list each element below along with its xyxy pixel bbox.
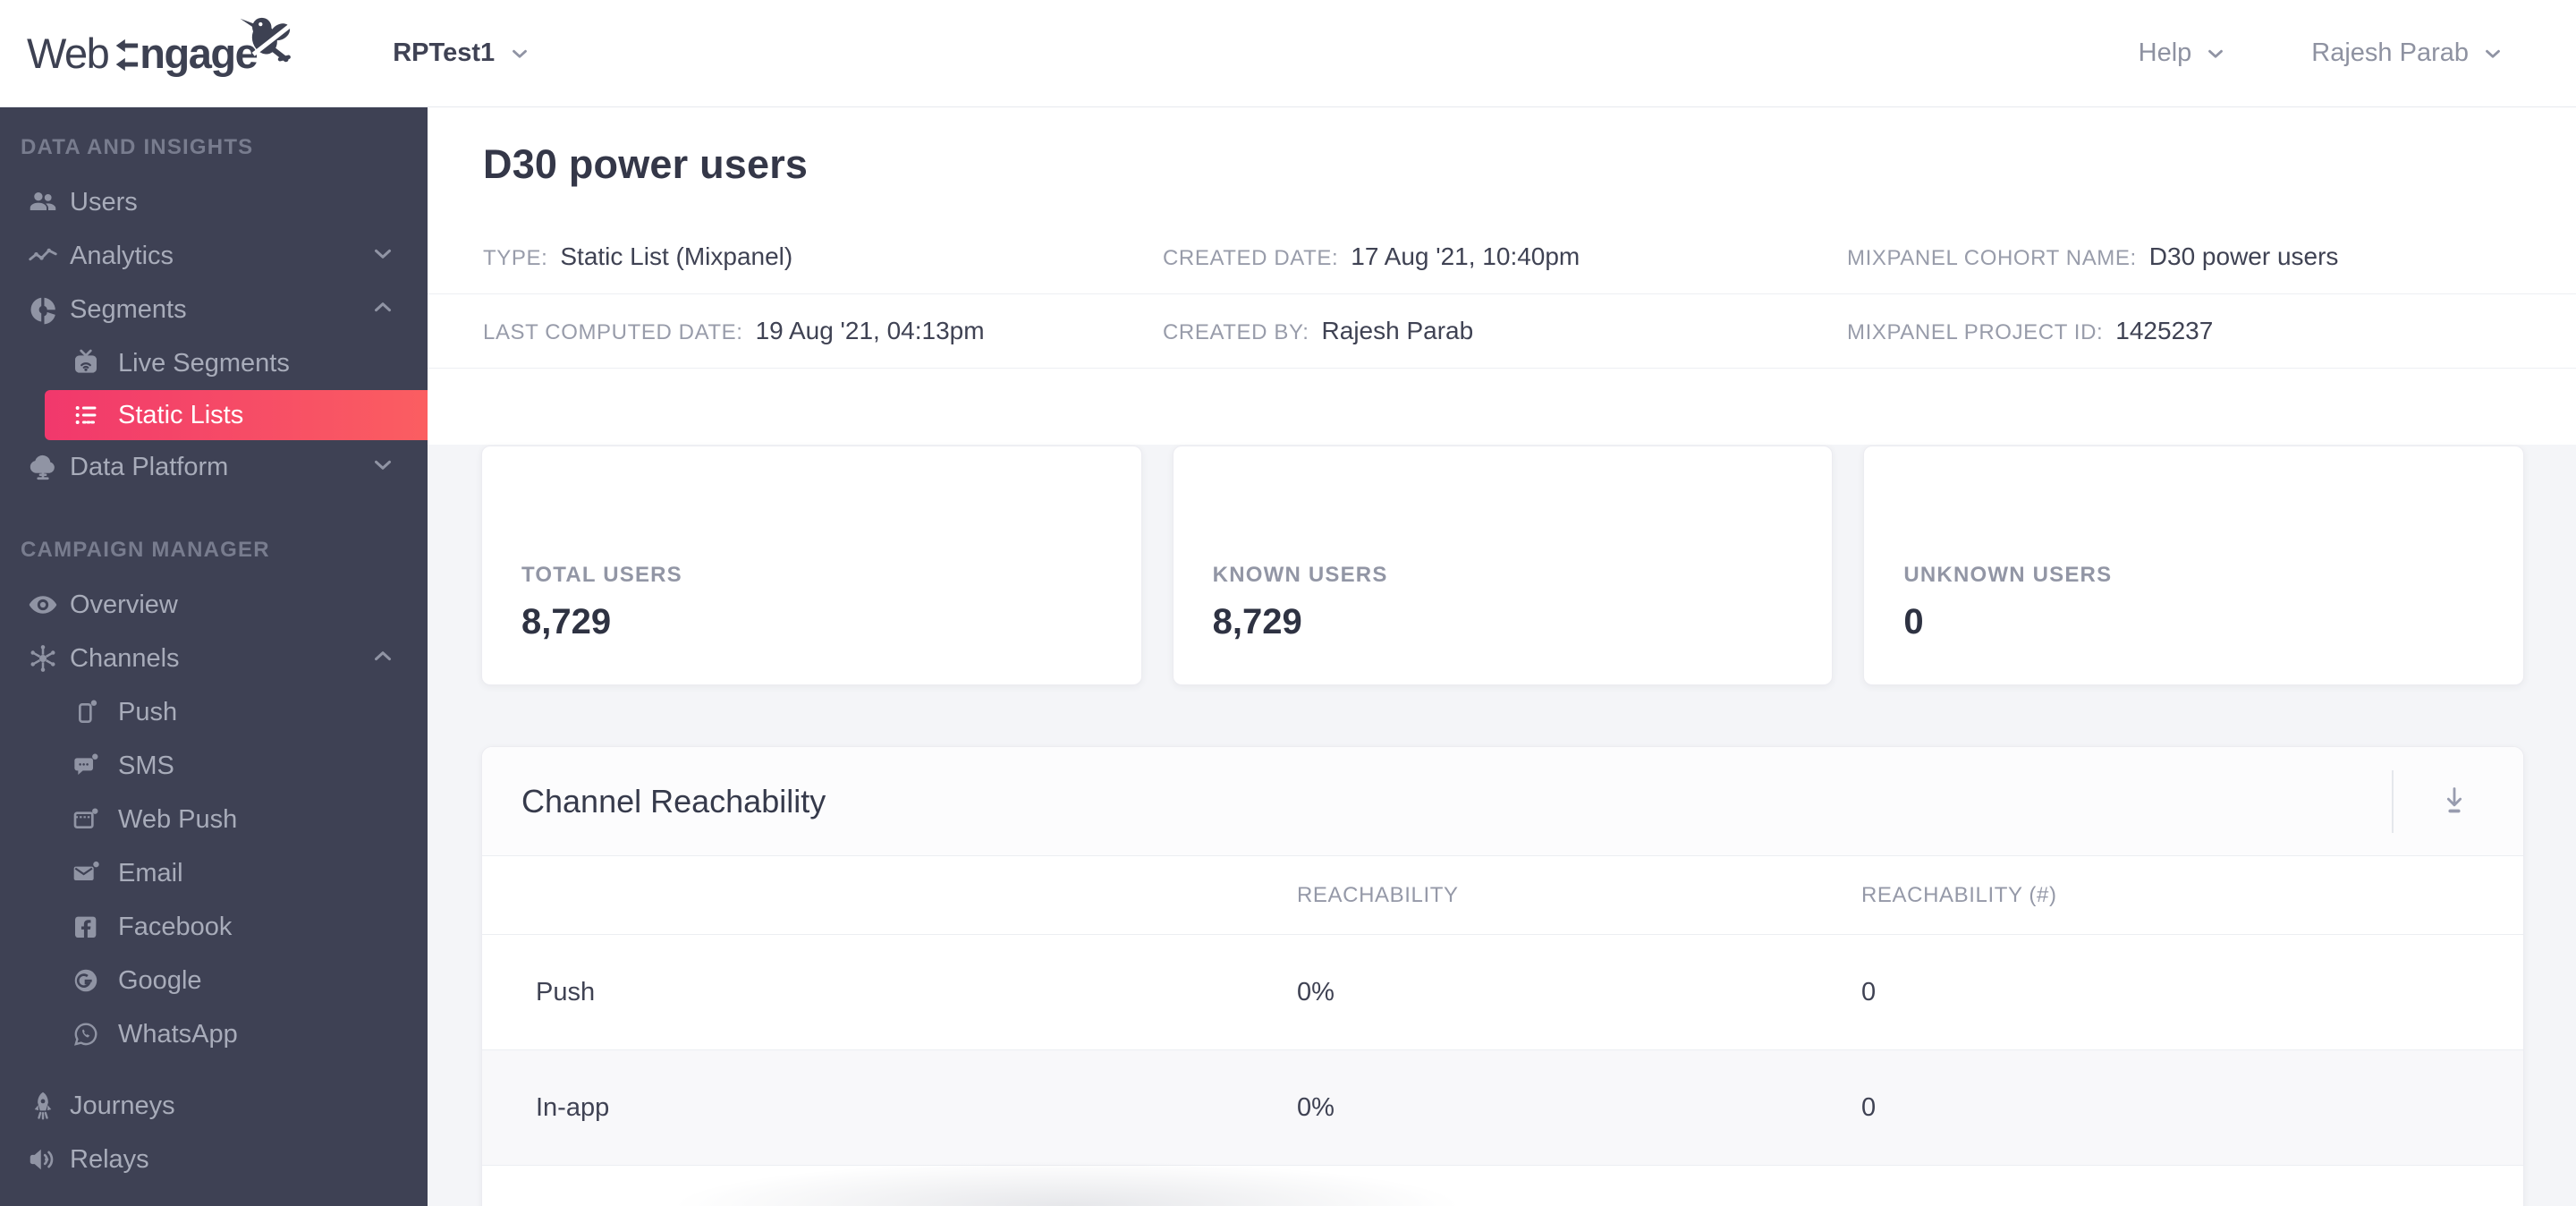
sidebar-section-campaign-manager: CAMPAIGN MANAGER [21,538,270,562]
sidebar-item-data-platform[interactable]: Data Platform [0,440,428,494]
reachability-count-column-header: REACHABILITY (#) [1861,882,2057,907]
meta-mixpanel-project-id: MIXPANEL PROJECT ID: 1425237 [1847,317,2214,344]
sidebar-item-users[interactable]: Users [0,175,428,229]
reachability-table-header: REACHABILITY REACHABILITY (#) [482,856,2523,935]
rocket-icon [26,1090,60,1122]
eye-icon [26,589,60,621]
meta-last-computed-date: LAST COMPUTED DATE: 19 Aug '21, 04:13pm [483,317,985,344]
table-row-in-app: In-app 0% 0 [482,1050,2523,1166]
sidebar-item-web-push[interactable]: Web Push [0,793,428,846]
sidebar-item-analytics[interactable]: Analytics [0,229,428,283]
sidebar-item-facebook[interactable]: Facebook [0,900,428,954]
mobile-push-icon [71,698,101,726]
sidebar-item-live-segments[interactable]: Live Segments [0,336,428,390]
sidebar-item-channels[interactable]: Channels [0,632,428,685]
workspace-name: RPTest1 [393,38,496,67]
meta-created-by: CREATED BY: Rajesh Parab [1163,317,1474,344]
header-divider [2392,769,2394,833]
channel-reachability-header: Channel Reachability [482,747,2523,856]
chevron-up-icon [369,643,396,675]
metadata-row: TYPE: Static List (Mixpanel) CREATED DAT… [428,220,2576,294]
channels-hub-icon [26,642,60,675]
reachability-column-header: REACHABILITY [1297,882,1459,907]
total-users-card: TOTAL USERS 8,729 [481,446,1142,685]
sidebar-nav: DATA AND INSIGHTS Users Analytics Segmen… [0,107,428,1206]
known-users-card: KNOWN USERS 8,729 [1172,446,1834,685]
top-bar: Web ngage RPTest1 Help Rajesh Parab [0,0,2576,107]
webengage-static-list-page: { "colors": { "accent_gradient_from": "#… [0,0,2576,1206]
page-title: D30 power users [483,141,809,187]
whatsapp-icon [71,1020,101,1049]
sidebar-item-google[interactable]: Google [0,954,428,1007]
sms-bubble-icon [71,752,101,780]
download-icon [2436,782,2472,820]
list-metadata: TYPE: Static List (Mixpanel) CREATED DAT… [428,220,2576,369]
help-label: Help [2138,38,2192,67]
email-envelope-icon [71,859,101,888]
panel-title: Channel Reachability [521,782,826,820]
static-lists-icon [71,401,101,429]
meta-mixpanel-cohort-name: MIXPANEL COHORT NAME: D30 power users [1847,242,2339,270]
download-button[interactable] [2433,780,2476,823]
analytics-icon [26,240,60,272]
channel-reachability-panel: Channel Reachability REACHABILITY REACHA… [481,746,2524,1206]
chevron-down-icon [508,42,531,65]
chevron-down-icon [2204,42,2227,65]
chevron-down-icon [369,241,396,272]
workspace-selector[interactable]: RPTest1 [393,38,531,68]
facebook-icon [71,913,101,941]
meta-created-date: CREATED DATE: 17 Aug '21, 10:40pm [1163,242,1580,270]
list-header: D30 power users TYPE: Static List (Mixpa… [428,107,2576,445]
sidebar-item-relays[interactable]: Relays [0,1133,428,1186]
logo-bird-icon [239,14,300,72]
chevron-up-icon [369,294,396,326]
main-content: D30 power users TYPE: Static List (Mixpa… [428,107,2576,1206]
logo-arrow-e-icon [114,38,139,72]
unknown-users-card: UNKNOWN USERS 0 [1863,446,2525,685]
user-stat-cards: TOTAL USERS 8,729 KNOWN USERS 8,729 UNKN… [428,445,2576,685]
webengage-logo[interactable]: Web ngage [27,17,294,78]
logo-text-web: Web [27,30,110,77]
user-name: Rajesh Parab [2311,38,2469,67]
sidebar-item-push[interactable]: Push [0,685,428,739]
sidebar-section-data-and-insights: DATA AND INSIGHTS [21,135,254,159]
user-menu[interactable]: Rajesh Parab [2311,38,2504,68]
google-icon [71,966,101,995]
sidebar-item-static-lists[interactable]: Static Lists [45,390,428,440]
sidebar-item-whatsapp[interactable]: WhatsApp [0,1007,428,1061]
chevron-down-icon [369,452,396,483]
meta-type: TYPE: Static List (Mixpanel) [483,242,793,270]
segments-icon [26,293,60,326]
sidebar-item-overview[interactable]: Overview [0,578,428,632]
live-segments-icon [71,349,101,378]
sidebar-item-email[interactable]: Email [0,846,428,900]
top-bar-right: Help Rajesh Parab [2139,38,2504,68]
users-icon [26,186,60,218]
sidebar-item-sms[interactable]: SMS [0,739,428,793]
metadata-row: LAST COMPUTED DATE: 19 Aug '21, 04:13pm … [428,294,2576,369]
web-push-icon [71,805,101,834]
sidebar-item-segments[interactable]: Segments [0,283,428,336]
table-row-push: Push 0% 0 [482,935,2523,1050]
data-platform-icon [26,451,60,483]
megaphone-icon [26,1143,60,1176]
sidebar-item-journeys[interactable]: Journeys [0,1079,428,1133]
help-menu[interactable]: Help [2139,38,2228,68]
chevron-down-icon [2481,42,2504,65]
